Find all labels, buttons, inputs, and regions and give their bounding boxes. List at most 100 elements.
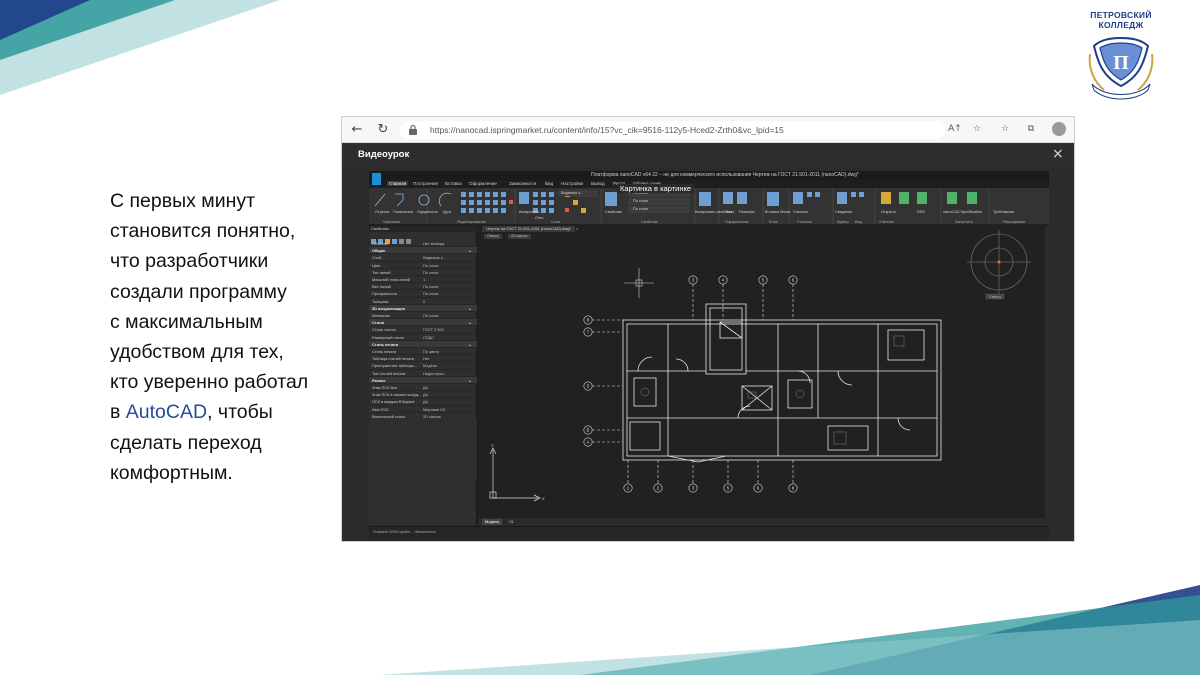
top-left-decoration: [0, 0, 280, 95]
property-key: Общие: [372, 248, 386, 254]
ribbon-text-polyline[interactable]: Полилиния: [393, 210, 413, 214]
property-row[interactable]: Объекты Нет выбора: [369, 240, 477, 248]
property-row[interactable]: Масштаб типа линий 1: [369, 276, 477, 284]
property-row[interactable]: Размерный стиль СПДС: [369, 334, 477, 341]
properties-section[interactable]: 3D визуализация ▴: [369, 304, 477, 312]
text-line: комфортным.: [110, 461, 233, 484]
properties-panel: Свойства Объекты Нет выбора Общие ▴ Слой Види…: [369, 226, 477, 532]
logo-line-2: КОЛЛЕДЖ: [1098, 20, 1144, 30]
properties-section[interactable]: Общие ▴: [369, 247, 477, 255]
tab-output[interactable]: Вывод: [591, 181, 605, 186]
address-bar[interactable]: https://nanocad.ispringmarket.ru/content…: [400, 121, 945, 139]
property-row[interactable]: Прозрачность По слою: [369, 290, 477, 298]
ribbon-text-circle[interactable]: Окружность: [417, 210, 438, 214]
property-value: Видимые к...: [423, 255, 446, 261]
property-key: Толщина: [372, 298, 389, 304]
ribbon-text-copy[interactable]: Копировать: [519, 210, 539, 214]
favorites-icon[interactable]: ☆: [998, 122, 1012, 136]
svg-text:П: П: [1113, 52, 1129, 74]
command-line[interactable]: Открыть DWG-файл ... Выполнено: [369, 526, 1049, 541]
properties-section[interactable]: Стиль печати ▴: [369, 340, 477, 348]
tab-settings[interactable]: Настройки: [561, 181, 583, 186]
tab-layout-1[interactable]: Л1: [506, 519, 517, 525]
ribbon-text-requirements[interactable]: Требования: [993, 210, 1014, 214]
property-row[interactable]: Знак ПСК Вкл Да: [369, 384, 477, 392]
read-aloud-icon[interactable]: A↑: [948, 122, 962, 136]
property-row[interactable]: ПСК в каждом ВЭкране Да: [369, 398, 477, 406]
ribbon-group-label: Свойства: [641, 220, 658, 224]
tab-insert[interactable]: Вставка: [445, 181, 462, 186]
cad-title-bar: Платформа nanoCAD x64 22 – не для коммер…: [369, 171, 1049, 180]
ribbon-text-dimensions[interactable]: Размеры: [739, 210, 755, 214]
property-row[interactable]: Материал По слою: [369, 312, 477, 320]
property-row[interactable]: Пространство таблицы... Модель: [369, 362, 477, 370]
collapse-icon: ▴: [469, 320, 471, 326]
property-row[interactable]: Слой Видимые к...: [369, 254, 477, 262]
reload-icon[interactable]: ↻: [374, 121, 392, 139]
property-value: Модель: [423, 363, 437, 369]
property-value: По слою: [423, 313, 439, 318]
ribbon-text-info[interactable]: Сведения: [835, 210, 852, 214]
ribbon-text-open[interactable]: Открыть: [881, 210, 896, 214]
lineweight-dropdown[interactable]: По слою: [633, 207, 648, 211]
autocad-term: AutoCAD: [125, 401, 208, 424]
tab-model[interactable]: Модель: [482, 519, 503, 525]
back-arrow-icon[interactable]: ←: [348, 121, 366, 139]
property-value: По слою: [423, 262, 439, 268]
layer-dropdown-value[interactable]: Видимые к...: [561, 191, 583, 195]
properties-toolbar: [369, 232, 477, 244]
slide-body-text: С первых минут становится понятно, что р…: [110, 186, 345, 488]
text-line: становится понятно,: [110, 220, 296, 243]
ribbon-text-grid[interactable]: Сеть: [535, 216, 543, 220]
property-row[interactable]: Стиль текста ГОСТ 2.304: [369, 326, 477, 334]
ribbon-group-label: Утилиты: [797, 220, 813, 224]
tab-constraints[interactable]: Зависимости: [509, 181, 536, 186]
close-icon[interactable]: ×: [1052, 146, 1064, 162]
ribbon-text-utilities[interactable]: Утилиты: [793, 210, 808, 214]
property-value: Да: [423, 385, 428, 390]
ribbon-text-line[interactable]: Отрезок: [375, 210, 389, 214]
ribbon-text-specification[interactable]: nanoCAD Specification: [943, 210, 982, 214]
property-value: СПДС: [423, 334, 435, 340]
property-row[interactable]: Цвет По слою: [369, 262, 477, 269]
property-value: 1: [423, 277, 426, 282]
command-line-text: Открыть DWG-файл ... Выполнено: [373, 529, 436, 534]
add-favorite-icon[interactable]: ☆: [970, 122, 984, 136]
property-row[interactable]: Имя ПСК Мировая СК: [369, 406, 477, 413]
tab-design[interactable]: Оформление: [469, 181, 497, 186]
ribbon-text-text[interactable]: Текст: [725, 210, 735, 214]
axis-label: 2: [657, 486, 660, 491]
tab-build[interactable]: Построения: [413, 181, 438, 186]
text-line: удобством для тех,: [110, 341, 284, 364]
text-line: создали программу: [110, 280, 287, 303]
tab-view[interactable]: Вид: [545, 181, 553, 186]
property-row[interactable]: Таблица стилей печати Нет: [369, 355, 477, 363]
property-row[interactable]: Тип линий По слою: [369, 269, 477, 276]
property-key: Имя ПСК: [372, 406, 389, 412]
axis-label: 3: [692, 278, 695, 283]
drawing-canvas[interactable]: Чертеж на ГОСТ 21.501-2011 (nanoCAD).dwg…: [478, 226, 1049, 526]
vertical-scrollbar[interactable]: [1045, 226, 1049, 518]
properties-section[interactable]: Стили ▴: [369, 319, 477, 327]
ribbon-text-insert-block[interactable]: Вставка блока: [765, 210, 790, 214]
logo-line-1: ПЕТРОВСКИЙ: [1090, 10, 1152, 20]
property-key: Стили: [372, 320, 384, 326]
property-row[interactable]: Тип стилей печати Недоступно: [369, 370, 477, 377]
property-value: Недоступно: [423, 370, 445, 376]
ribbon-text-properties[interactable]: Свойства: [605, 210, 622, 214]
ribbon-text-arc[interactable]: Дуга: [443, 210, 451, 214]
property-value: Да: [423, 392, 428, 398]
ribbon-text-nss[interactable]: NSS: [917, 210, 925, 214]
property-row[interactable]: Знак ПСК в начале коорд... Да: [369, 391, 477, 399]
linetype-dropdown[interactable]: По слою: [633, 199, 648, 203]
property-row[interactable]: Толщина 0: [369, 298, 477, 305]
properties-section[interactable]: Разное ▴: [369, 376, 477, 384]
property-row[interactable]: Стиль печати По цвету: [369, 348, 477, 356]
collections-icon[interactable]: ⧉: [1024, 122, 1038, 136]
ribbon-group-label: Оформление: [725, 220, 749, 224]
property-row[interactable]: Вес линий По слою: [369, 283, 477, 291]
profile-avatar[interactable]: [1052, 122, 1066, 136]
tab-main[interactable]: Главная: [387, 181, 409, 186]
text-line-suffix: , чтобы: [207, 401, 273, 424]
property-value: 0: [423, 298, 426, 304]
